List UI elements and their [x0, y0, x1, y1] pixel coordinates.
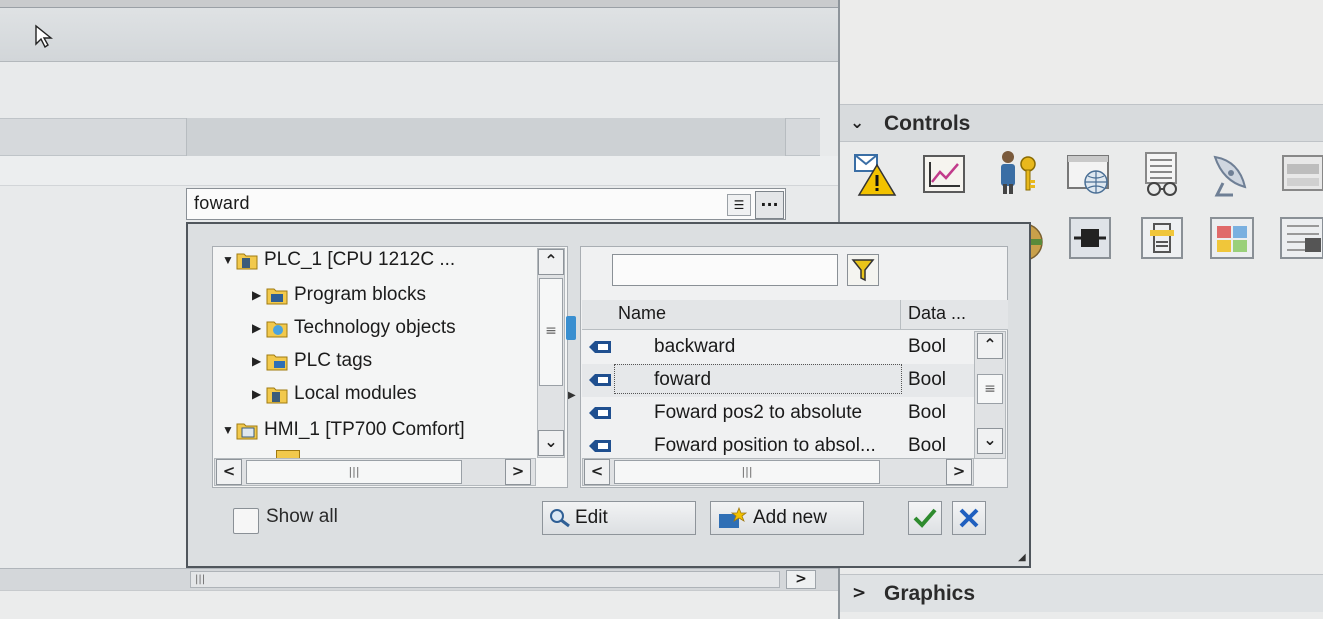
collapsed-arrow-icon[interactable]: ▶	[252, 288, 266, 302]
tag-name: Foward pos2 to absolute	[654, 402, 863, 423]
satellite-icon[interactable]	[1208, 150, 1256, 198]
tree-item-label: PLC_1 [CPU 1212C ...	[264, 249, 456, 270]
scrollbar-thumb[interactable]: |||	[246, 460, 462, 484]
alarm-view-icon[interactable]	[850, 150, 898, 198]
edit-button[interactable]: Edit	[542, 501, 696, 535]
grid-header-column	[186, 118, 786, 156]
scrollbar-thumb[interactable]: |||	[614, 460, 880, 484]
selection-focus-box	[614, 364, 902, 394]
browse-button[interactable]: ...	[755, 191, 784, 219]
tag-icon	[589, 407, 611, 419]
scroll-down-button[interactable]: ⌄	[538, 430, 564, 456]
task-card-top	[840, 0, 1323, 104]
program-blocks-icon	[266, 288, 288, 305]
top-strip	[0, 0, 838, 8]
tag-combo-value[interactable]: foward	[194, 193, 250, 214]
tag-icon	[589, 440, 611, 452]
expanded-arrow-icon[interactable]: ▼	[222, 253, 236, 267]
hmi-folder-icon	[236, 423, 258, 440]
filter-icon[interactable]	[847, 254, 879, 286]
scroll-left-button[interactable]: <	[216, 459, 242, 485]
html-browser-icon[interactable]	[1066, 150, 1114, 198]
tag-combo-box[interactable]	[186, 188, 786, 220]
scrollbar-thumb[interactable]: |||	[190, 571, 780, 588]
user-view-icon[interactable]	[994, 148, 1042, 196]
checkmark-icon	[913, 508, 937, 528]
column-separator[interactable]	[900, 300, 901, 330]
edit-button-label: Edit	[575, 507, 608, 528]
system-diagnostics-icon[interactable]	[1278, 150, 1323, 198]
column-header-data-type[interactable]: Data ...	[908, 303, 966, 324]
add-new-button[interactable]: Add new	[710, 501, 864, 535]
show-all-checkbox[interactable]	[233, 508, 259, 534]
controls-pane-header[interactable]: ⌄ Controls	[840, 104, 1323, 142]
tree-item-label: Technology objects	[294, 317, 456, 338]
tree-item-label: HMI_1 [TP700 Comfort]	[264, 419, 465, 440]
editor-toolbar	[0, 8, 838, 62]
local-modules-icon	[266, 387, 288, 404]
expanded-arrow-icon[interactable]: ▼	[222, 423, 236, 437]
tag-icon	[589, 374, 611, 386]
column-header-name[interactable]: Name	[618, 303, 666, 324]
scroll-right-button[interactable]: >	[786, 570, 816, 589]
scroll-down-button[interactable]: ⌄	[977, 428, 1003, 454]
tag-icon	[589, 341, 611, 353]
tree-item-plc-tags[interactable]: ▶ PLC tags	[252, 345, 372, 377]
tree-item-label: Program blocks	[294, 284, 426, 305]
list-view-icon[interactable]: ☰	[727, 194, 751, 216]
grid-row	[0, 156, 838, 186]
new-tag-icon	[719, 506, 747, 528]
tag-data-type: Bool	[908, 402, 947, 423]
table-row[interactable]: backward Bool	[582, 331, 974, 364]
tag-data-type: Bool	[908, 435, 947, 456]
scroll-left-button[interactable]: <	[584, 459, 610, 485]
splitter-handle[interactable]	[566, 316, 576, 340]
media-player-icon[interactable]	[1208, 214, 1256, 262]
controls-title: Controls	[884, 112, 971, 135]
tree-item-technology-objects[interactable]: ▶ Technology objects	[252, 312, 456, 344]
plc-folder-icon	[236, 253, 258, 270]
mouse-pointer-icon	[35, 24, 53, 49]
scrollbar-thumb[interactable]: ≡	[539, 278, 563, 386]
tree-item-plc[interactable]: ▼ PLC_1 [CPU 1212C ...	[222, 244, 455, 276]
scroll-up-button[interactable]: ⌃	[538, 249, 564, 275]
technology-objects-icon	[266, 321, 288, 338]
cancel-button[interactable]	[952, 501, 986, 535]
collapsed-arrow-icon[interactable]: ▶	[252, 387, 266, 401]
show-all-label[interactable]: Show all	[266, 506, 338, 528]
tree-item-program-blocks[interactable]: ▶ Program blocks	[252, 279, 426, 311]
tag-name: backward	[654, 336, 736, 357]
table-row[interactable]: Foward pos2 to absolute Bool	[582, 397, 974, 430]
collapsed-arrow-icon[interactable]: ▶	[252, 321, 266, 335]
sm-table-icon[interactable]	[1278, 214, 1323, 262]
collapsed-arrow-icon[interactable]: ▶	[252, 354, 266, 368]
splitter-arrow-icon[interactable]: ▶	[568, 390, 576, 401]
graphics-title: Graphics	[884, 582, 976, 605]
close-icon	[959, 508, 979, 528]
tree-item-label: PLC tags	[294, 350, 373, 371]
tree-item-local-modules[interactable]: ▶ Local modules	[252, 378, 417, 410]
tag-data-type: Bool	[908, 336, 947, 357]
scroll-up-button[interactable]: ⌃	[977, 333, 1003, 359]
gsd-icon[interactable]	[1138, 214, 1186, 262]
tree-item-label: Local modules	[294, 383, 417, 404]
tag-data-type: Bool	[908, 369, 947, 390]
add-new-button-label: Add new	[753, 507, 827, 528]
plc-tags-icon	[266, 354, 288, 371]
trend-view-icon[interactable]	[920, 150, 968, 198]
chevron-down-icon: ⌄	[850, 113, 865, 133]
tree-item-hmi[interactable]: ▼ HMI_1 [TP700 Comfort]	[222, 414, 465, 446]
recipe-view-icon[interactable]	[1138, 150, 1186, 198]
scrollbar-thumb[interactable]: ≡	[977, 374, 1003, 404]
plc-code-viewer-icon[interactable]	[1066, 214, 1114, 262]
confirm-button[interactable]	[908, 501, 942, 535]
chevron-right-icon: >	[852, 583, 867, 603]
magnifier-icon	[550, 509, 570, 528]
tag-name: Foward position to absol...	[654, 435, 876, 456]
scroll-right-button[interactable]: >	[505, 459, 531, 485]
scroll-right-button[interactable]: >	[946, 459, 972, 485]
resize-grip-icon[interactable]: ◢	[1018, 552, 1026, 563]
graphics-pane-header[interactable]: > Graphics	[840, 574, 1323, 612]
filter-input[interactable]	[612, 254, 838, 286]
